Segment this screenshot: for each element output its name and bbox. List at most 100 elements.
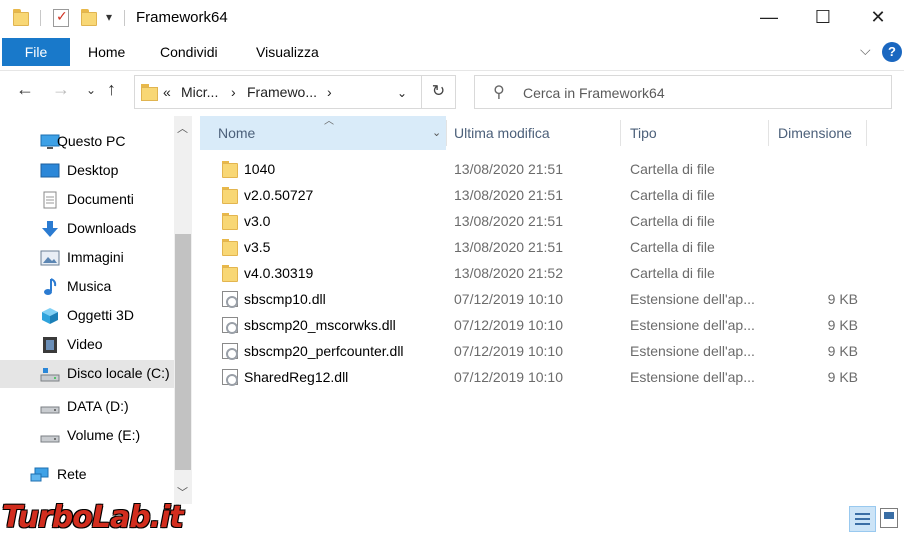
toolbar-separator [40, 10, 41, 26]
file-list: ︿ Nome ⌄ Ultima modifica Tipo Dimensione… [196, 116, 904, 504]
nav-item-documenti[interactable]: Documenti [0, 186, 174, 214]
back-arrow-icon[interactable]: ← [16, 79, 34, 100]
file-row[interactable]: v2.0.50727 13/08/2020 21:51 Cartella di … [196, 182, 904, 208]
help-button[interactable]: ? [882, 42, 902, 62]
tab-home[interactable]: Home [88, 38, 125, 66]
file-row[interactable]: v4.0.30319 13/08/2020 21:52 Cartella di … [196, 260, 904, 286]
navigation-bar: ← → ⌄ ↑ « Micr... › Framewo... › ⌄ ↻ ⚲ [0, 70, 904, 112]
dll-file-icon [222, 291, 238, 308]
search-box[interactable]: ⚲ [474, 75, 892, 109]
breadcrumb-separator[interactable]: › [231, 84, 236, 100]
music-note-icon [40, 278, 60, 296]
recent-locations-chevron-icon[interactable]: ⌄ [86, 83, 96, 97]
nav-item-data-d[interactable]: DATA (D:) [0, 393, 174, 421]
file-row[interactable]: v3.0 13/08/2020 21:51 Cartella di file [196, 208, 904, 234]
nav-item-label: Video [67, 336, 103, 352]
film-icon [40, 336, 60, 354]
nav-item-desktop[interactable]: Desktop [0, 157, 174, 185]
nav-item-disco-locale[interactable]: Disco locale (C:) [0, 360, 174, 388]
expand-ribbon-chevron-icon[interactable]: ⌵ [860, 42, 871, 59]
dll-file-icon [222, 317, 238, 334]
file-name: v2.0.50727 [244, 187, 314, 203]
tab-condividi[interactable]: Condividi [160, 38, 218, 66]
nav-item-musica[interactable]: Musica [0, 273, 174, 301]
breadcrumb-overflow[interactable]: « [163, 84, 171, 100]
file-name: SharedReg12.dll [244, 369, 349, 385]
tab-file[interactable]: File [2, 38, 70, 66]
maximize-button[interactable]: ☐ [795, 0, 851, 34]
folder-icon [222, 161, 238, 178]
nav-item-label: Downloads [67, 220, 137, 236]
file-name: sbscmp20_perfcounter.dll [244, 343, 404, 359]
column-divider[interactable] [768, 120, 769, 146]
file-name: v4.0.30319 [244, 265, 314, 281]
nav-item-downloads[interactable]: Downloads [0, 215, 174, 243]
ribbon-tabs: File Home Condividi Visualizza ⌵ ? [0, 38, 904, 66]
folder-icon[interactable] [13, 9, 29, 26]
file-name: sbscmp20_mscorwks.dll [244, 317, 396, 333]
nav-item-immagini[interactable]: Immagini [0, 244, 174, 272]
folder-icon [222, 213, 238, 230]
file-row[interactable]: sbscmp20_perfcounter.dll 07/12/2019 10:1… [196, 338, 904, 364]
address-history-chevron-icon[interactable]: ⌄ [397, 86, 407, 100]
breadcrumb-framework[interactable]: Framewo... [247, 84, 317, 100]
close-button[interactable]: ✕ [850, 0, 904, 34]
file-row[interactable]: sbscmp10.dll 07/12/2019 10:10 Estensione… [196, 286, 904, 312]
nav-item-label: Rete [57, 466, 87, 482]
file-date: 07/12/2019 10:10 [454, 369, 563, 385]
documents-icon [40, 191, 60, 209]
nav-item-label: Desktop [67, 162, 119, 178]
scrollbar-thumb[interactable] [175, 234, 191, 470]
details-view-icon[interactable] [849, 506, 876, 532]
column-divider[interactable] [866, 120, 867, 146]
breadcrumb-separator[interactable]: › [327, 84, 332, 100]
minimize-button[interactable]: — [741, 0, 797, 34]
nav-item-label: DATA (D:) [67, 398, 129, 414]
file-row[interactable]: sbscmp20_mscorwks.dll 07/12/2019 10:10 E… [196, 312, 904, 338]
nav-item-label: Disco locale (C:) [67, 365, 170, 381]
breadcrumb-micr[interactable]: Micr... [181, 84, 218, 100]
file-row[interactable]: 1040 13/08/2020 21:51 Cartella di file [196, 156, 904, 182]
watermark-logo: TurboLab.it [2, 500, 184, 535]
new-folder-icon[interactable] [81, 9, 97, 26]
nav-item-video[interactable]: Video [0, 331, 174, 359]
tab-visualizza[interactable]: Visualizza [256, 38, 319, 66]
local-disk-icon [40, 365, 60, 383]
nav-item-oggetti-3d[interactable]: Oggetti 3D [0, 302, 174, 330]
file-name: v3.0 [244, 213, 271, 229]
file-size: 9 KB [827, 369, 858, 385]
column-filter-chevron-icon[interactable]: ⌄ [432, 116, 441, 150]
folder-icon [222, 239, 238, 256]
scroll-up-chevron-icon[interactable]: ︿ [177, 120, 188, 136]
pictures-icon [40, 249, 60, 267]
forward-arrow-icon[interactable]: → [52, 79, 70, 100]
nav-item-rete[interactable]: Rete [0, 461, 174, 489]
desktop-icon [40, 162, 60, 180]
refresh-icon[interactable]: ↻ [422, 75, 456, 109]
customize-quick-access-dropdown-icon[interactable]: ▾ [106, 10, 112, 24]
address-bar[interactable]: « Micr... › Framewo... › ⌄ [134, 75, 422, 109]
column-header-size[interactable]: Dimensione [778, 116, 852, 150]
up-arrow-icon[interactable]: ↑ [107, 79, 116, 100]
column-divider[interactable] [620, 120, 621, 146]
nav-item-label: Oggetti 3D [67, 307, 134, 323]
nav-item-volume-e[interactable]: Volume (E:) [0, 422, 174, 450]
large-icons-view-icon[interactable] [880, 508, 898, 528]
column-divider[interactable] [446, 120, 447, 146]
properties-checkmark-icon[interactable]: ✓ [53, 8, 69, 27]
column-header-type[interactable]: Tipo [630, 116, 657, 150]
nav-item-questo-pc[interactable]: Questo PC [0, 128, 174, 156]
file-type: Estensione dell'ap... [630, 317, 755, 333]
navigation-scrollbar[interactable]: ︿ ﹀ [174, 116, 192, 504]
file-date: 13/08/2020 21:52 [454, 265, 563, 281]
file-date: 13/08/2020 21:51 [454, 187, 563, 203]
file-row[interactable]: SharedReg12.dll 07/12/2019 10:10 Estensi… [196, 364, 904, 390]
column-header-name[interactable]: ︿ Nome ⌄ [200, 116, 446, 150]
column-header-label: Nome [218, 125, 256, 141]
file-size: 9 KB [827, 317, 858, 333]
column-header-date[interactable]: Ultima modifica [454, 116, 550, 150]
search-input[interactable] [523, 83, 873, 103]
scroll-down-chevron-icon[interactable]: ﹀ [177, 484, 188, 500]
file-row[interactable]: v3.5 13/08/2020 21:51 Cartella di file [196, 234, 904, 260]
dll-file-icon [222, 343, 238, 360]
